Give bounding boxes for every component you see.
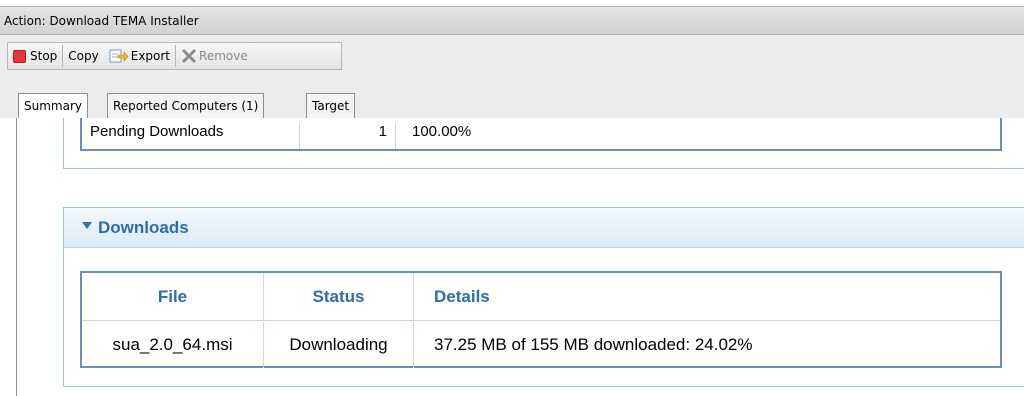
export-button[interactable]: Export [104, 43, 175, 69]
table-row: Pending Downloads 1 100.00% [82, 123, 1000, 149]
column-header-file: File [82, 273, 264, 320]
tab-reported-computers[interactable]: Reported Computers (1) [107, 93, 265, 118]
table-header-row: File Status Details [82, 273, 1000, 321]
pending-section: Pending Downloads 1 100.00% [63, 118, 1024, 169]
tab-reported-computers-label: Reported Computers (1) [113, 99, 259, 113]
details-cell: 37.25 MB of 155 MB downloaded: 24.02% [434, 335, 753, 354]
tab-target[interactable]: Target [306, 93, 356, 118]
tab-summary-label: Summary [24, 99, 82, 113]
pending-table: Pending Downloads 1 100.00% [80, 118, 1002, 151]
summary-panel[interactable]: Pending Downloads 1 100.00% Downloads Fi… [16, 118, 1024, 396]
pending-count: 1 [300, 123, 396, 149]
window-title: Action: Download TEMA Installer [4, 14, 199, 28]
chevron-down-icon[interactable] [82, 222, 92, 229]
column-header-details: Details [434, 286, 490, 306]
stop-button[interactable]: Stop [8, 43, 62, 69]
remove-label: Remove [199, 49, 248, 63]
stop-label: Stop [30, 49, 58, 63]
tab-bar: Summary Reported Computers (1) Target [0, 87, 1024, 119]
table-row: sua_2.0_64.msi Downloading 37.25 MB of 1… [82, 322, 1000, 368]
file-cell: sua_2.0_64.msi [82, 322, 264, 368]
downloads-table: File Status Details sua_2.0_64.msi Downl… [80, 271, 1002, 368]
downloads-section: Downloads File Status Details sua_2.0_64… [63, 207, 1024, 387]
export-label: Export [130, 49, 171, 63]
status-cell: Downloading [264, 322, 414, 368]
toolbar: Stop Copy Export Remove [0, 35, 1024, 87]
window-titlebar: Action: Download TEMA Installer [0, 6, 1024, 35]
remove-button[interactable]: Remove [176, 43, 253, 69]
remove-icon [182, 49, 196, 63]
copy-button[interactable]: Copy [63, 43, 103, 69]
tab-target-label: Target [312, 99, 350, 113]
toolbar-button-group: Stop Copy Export Remove [7, 42, 342, 70]
downloads-section-title: Downloads [98, 218, 189, 237]
copy-label: Copy [68, 49, 99, 63]
downloads-section-header[interactable]: Downloads [64, 208, 1024, 248]
tab-summary[interactable]: Summary [18, 93, 88, 119]
stop-icon [13, 49, 26, 63]
pending-label: Pending Downloads [82, 123, 300, 149]
column-header-status: Status [264, 273, 414, 320]
pending-percent: 100.00% [412, 123, 472, 140]
export-icon [109, 49, 129, 63]
